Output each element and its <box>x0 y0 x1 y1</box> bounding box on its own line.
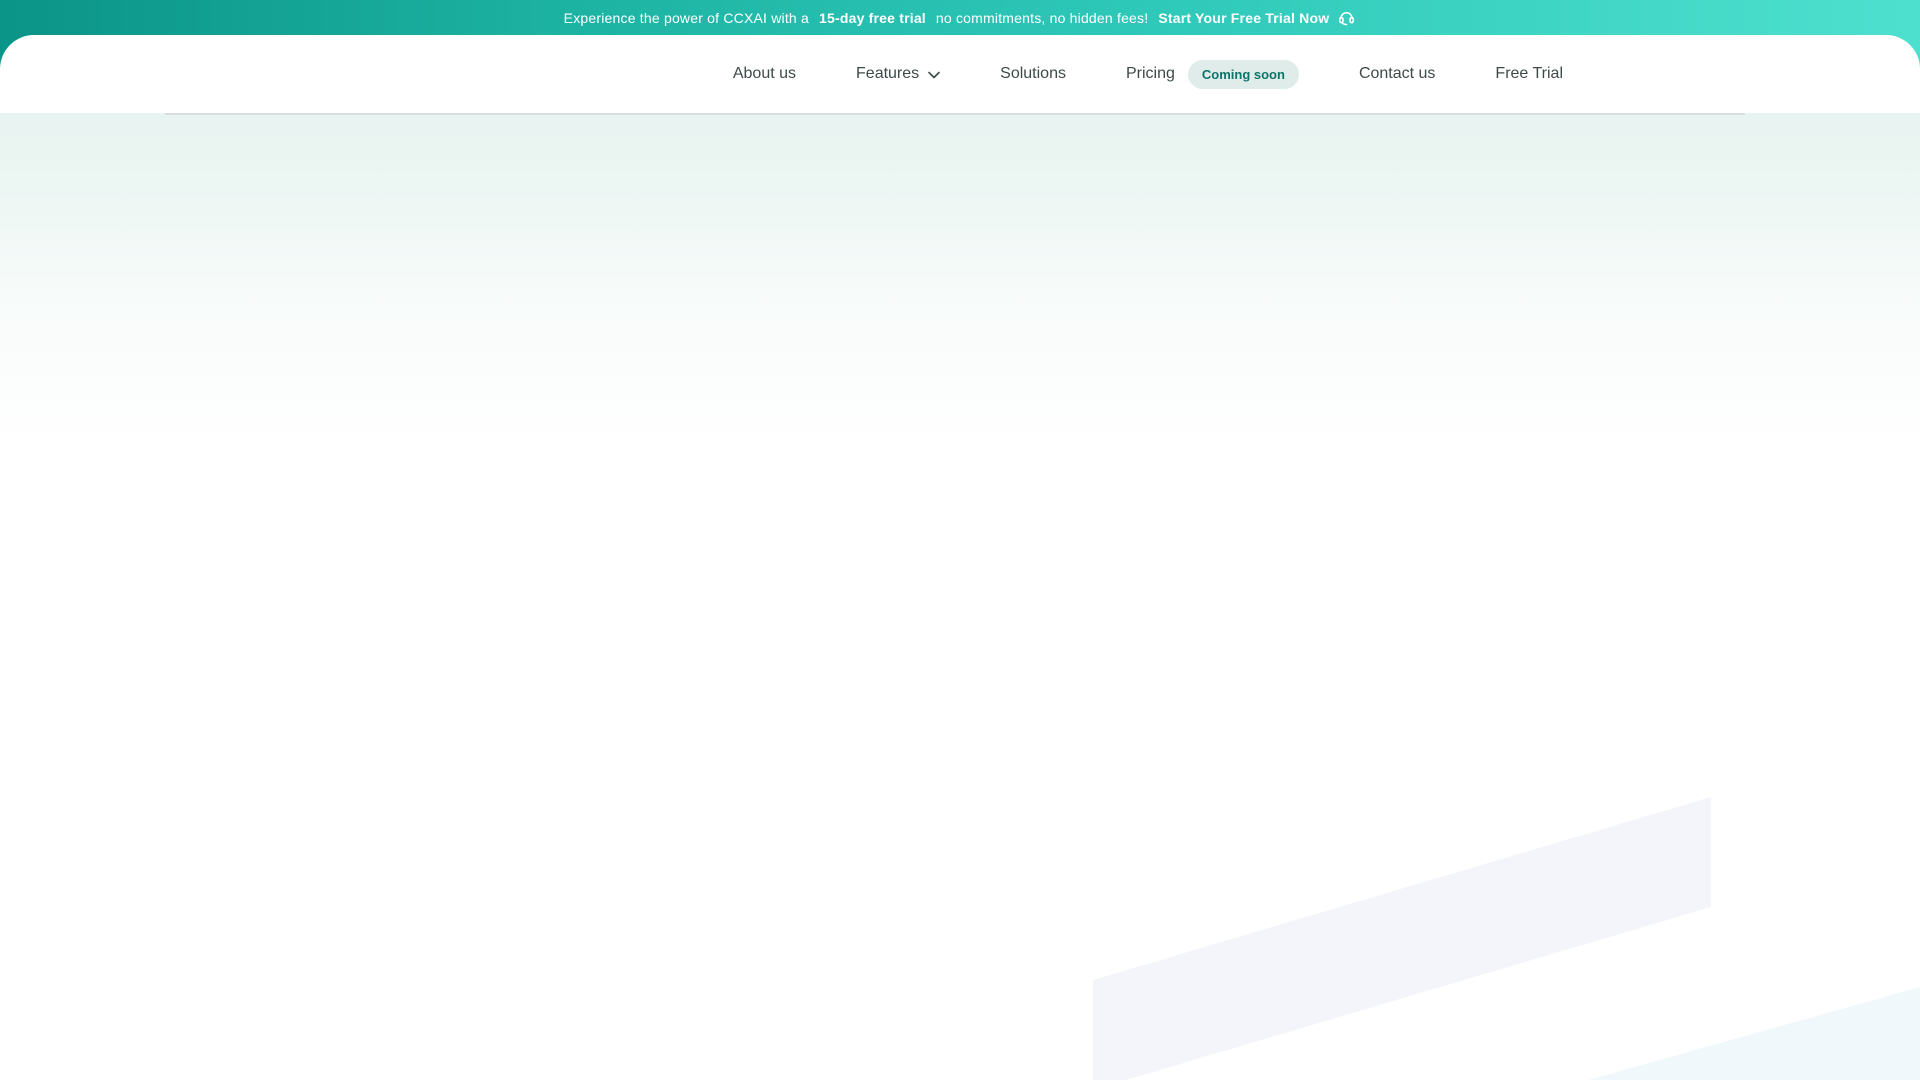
nav-item-contact-us[interactable]: Contact us <box>1359 65 1435 83</box>
nav-link-features[interactable]: Features <box>856 65 940 83</box>
nav-item-about-us[interactable]: About us <box>733 65 796 83</box>
navbar: About us Features Solutions Pricing Comi… <box>0 35 1920 113</box>
nav-item-solutions[interactable]: Solutions <box>1000 65 1066 83</box>
diagonal-stripe-primary <box>1093 797 1711 1080</box>
hero-section <box>0 113 1920 1080</box>
headset-icon <box>1337 8 1356 27</box>
background-stripes <box>0 113 1920 1080</box>
nav-link-free-trial[interactable]: Free Trial <box>1495 65 1563 83</box>
start-free-trial-label: Start Your Free Trial Now <box>1158 10 1329 26</box>
announcement-text-suffix: no commitments, no hidden fees! <box>936 10 1148 26</box>
chevron-down-icon <box>928 69 940 79</box>
nav-link-solutions[interactable]: Solutions <box>1000 65 1066 83</box>
nav-item-free-trial[interactable]: Free Trial <box>1495 65 1563 83</box>
nav-link-about-us[interactable]: About us <box>733 65 796 83</box>
diagonal-stripe-secondary <box>1588 987 1920 1080</box>
nav-menu: About us Features Solutions Pricing Comi… <box>733 60 1920 89</box>
nav-item-pricing[interactable]: Pricing Coming soon <box>1126 60 1299 89</box>
top-area: Experience the power of CCXAI with a 15-… <box>0 0 1920 113</box>
announcement-text-prefix: Experience the power of CCXAI with a <box>564 10 809 26</box>
announcement-bar: Experience the power of CCXAI with a 15-… <box>0 0 1920 35</box>
nav-label-features: Features <box>856 65 919 83</box>
announcement-highlight: 15-day free trial <box>819 10 926 26</box>
nav-link-pricing[interactable]: Pricing <box>1126 65 1175 83</box>
start-free-trial-link[interactable]: Start Your Free Trial Now <box>1158 8 1356 27</box>
coming-soon-badge: Coming soon <box>1188 60 1299 89</box>
nav-link-contact-us[interactable]: Contact us <box>1359 65 1435 83</box>
nav-item-features[interactable]: Features <box>856 65 940 83</box>
